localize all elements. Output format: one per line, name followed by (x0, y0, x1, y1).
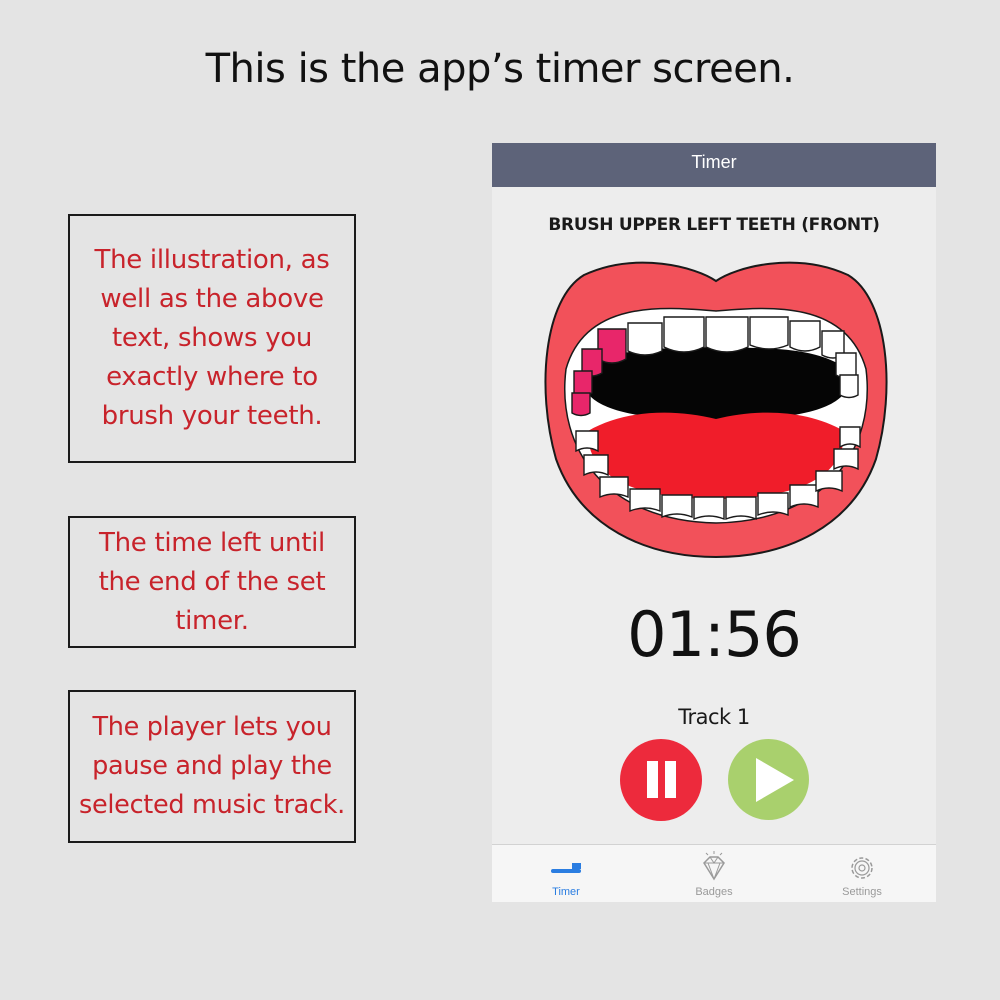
gear-icon (851, 857, 873, 879)
toothbrush-icon (551, 863, 581, 873)
time-left-note: The time left until the end of the set t… (68, 516, 356, 648)
tab-timer[interactable]: Timer (492, 845, 640, 902)
tab-badges-label: Badges (695, 886, 733, 898)
play-button[interactable] (728, 739, 809, 820)
mouth-illustration (536, 259, 896, 559)
nav-bar: Timer (492, 143, 936, 187)
tab-timer-label: Timer (552, 886, 580, 898)
tab-settings-label: Settings (842, 886, 882, 898)
illustration-note-text: The illustration, as well as the above t… (94, 245, 330, 431)
diamond-icon (703, 851, 725, 881)
time-left-note-text: The time left until the end of the set t… (98, 527, 326, 636)
player-note-text: The player lets you pause and play the s… (79, 712, 345, 820)
tab-settings[interactable]: Settings (788, 845, 936, 902)
pause-button[interactable] (620, 739, 702, 821)
brushing-instruction: BRUSH UPPER LEFT TEETH (FRONT) (548, 215, 880, 235)
illustration-note: The illustration, as well as the above t… (68, 214, 356, 463)
phone-screen: Timer BRUSH UPPER LEFT TEETH (FRONT) 01:… (492, 143, 936, 902)
pause-icon-bar (665, 761, 676, 798)
headline: This is the app’s timer screen. (205, 46, 795, 92)
tab-badges[interactable]: Badges (640, 845, 788, 902)
countdown-timer: 01:56 (627, 598, 802, 671)
nav-title: Timer (691, 152, 737, 172)
pause-icon (647, 761, 658, 798)
track-label: Track 1 (678, 705, 750, 729)
tab-bar: Timer Badges Settings (492, 844, 936, 902)
mouth-illustration-svg (544, 261, 888, 559)
play-icon (756, 758, 794, 802)
player-note: The player lets you pause and play the s… (68, 690, 356, 843)
